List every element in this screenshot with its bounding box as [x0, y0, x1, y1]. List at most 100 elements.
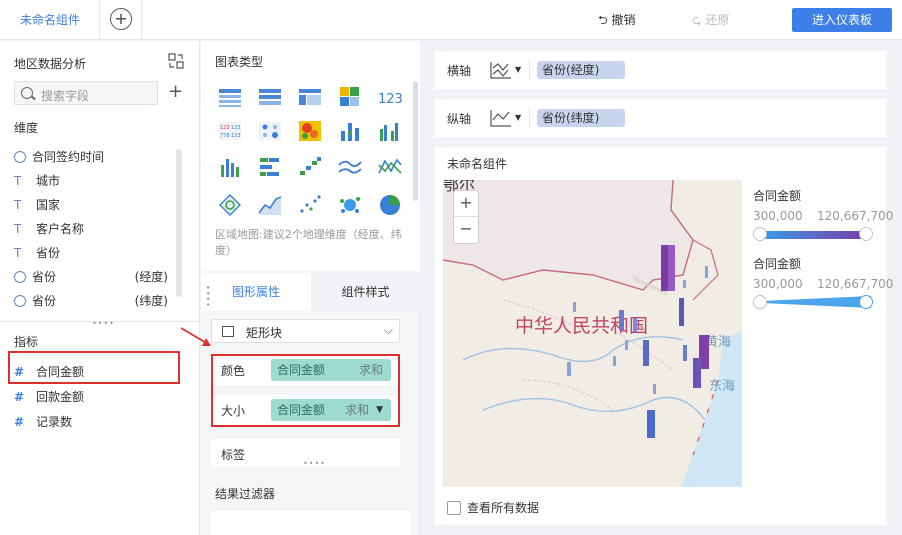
text-type-icon: T — [14, 222, 22, 236]
svg-text:123: 123 — [220, 125, 230, 131]
map-canvas: 鄂尔 中华人民共和国 黄海 东海 — [443, 180, 742, 487]
dimension-item[interactable]: T 国家 — [14, 193, 174, 217]
zoom-in-button[interactable]: + — [454, 191, 478, 217]
horizontal-bar-icon[interactable] — [257, 155, 283, 179]
dimension-item[interactable]: 合同签约时间 — [14, 145, 174, 169]
label-label: 标签 — [221, 448, 246, 462]
color-legend-min: 300,000 — [753, 209, 803, 223]
highlight-box — [8, 351, 180, 384]
component-title: 未命名组件 — [447, 157, 508, 171]
size-legend-min: 300,000 — [753, 277, 803, 291]
step-bar-icon[interactable] — [297, 155, 323, 179]
size-legend-max: 120,667,700 — [817, 277, 894, 291]
divider — [529, 59, 530, 81]
chart-type-tip: 区域地图:建议2个地理维度（经度、纬度） — [215, 228, 402, 257]
search-placeholder: 搜索字段 — [41, 89, 90, 103]
dimension-scrollbar[interactable] — [176, 149, 182, 297]
result-filter-label: 结果过滤器 — [215, 487, 276, 501]
color-legend-min-handle[interactable] — [753, 227, 767, 241]
size-legend-min-handle[interactable] — [753, 295, 767, 309]
dimension-item[interactable]: T 城市 — [14, 169, 174, 193]
add-tab-button[interactable]: + — [100, 0, 142, 40]
checkbox-box[interactable] — [447, 501, 461, 515]
measure-item[interactable]: # 回款金额 — [14, 385, 174, 409]
svg-text:123: 123 — [231, 125, 241, 131]
redo-icon: ⮎ — [692, 13, 702, 27]
x-axis-field-pill[interactable]: 省份(经度) — [537, 61, 625, 79]
undo-label: 撤销 — [611, 13, 636, 27]
color-legend-max: 120,667,700 — [817, 209, 894, 223]
switch-dataset-icon[interactable] — [168, 53, 184, 69]
number-type-icon: # — [14, 390, 25, 404]
dimension-item[interactable]: T 省份 — [14, 241, 174, 265]
tab-graph-attributes[interactable]: 图形属性 — [201, 273, 311, 311]
polyline-chart-icon[interactable] — [377, 155, 403, 179]
caret-down-icon[interactable]: ▼ — [515, 65, 521, 74]
dot-table-icon[interactable] — [257, 119, 283, 143]
text-table-icon[interactable]: 123 123778 123 — [217, 119, 243, 143]
region-map-icon[interactable] — [217, 193, 243, 217]
size-legend-max-handle[interactable] — [859, 295, 873, 309]
pie-chart-icon[interactable] — [377, 193, 403, 217]
tab-unnamed-component[interactable]: 未命名组件 — [0, 0, 100, 40]
tab-component-style[interactable]: 组件样式 — [311, 273, 420, 311]
plus-icon: + — [110, 8, 132, 30]
annotation-arrow — [180, 327, 211, 346]
stacked-bar-icon[interactable] — [337, 119, 363, 143]
result-filter-area[interactable] — [211, 511, 411, 535]
country-label: 中华人民共和国 — [515, 315, 648, 337]
property-tabs: 图形属性 组件样式 •••• — [201, 273, 420, 311]
undo-button[interactable]: ⮌ 撤销 — [598, 11, 635, 32]
sea-label-east: 东海 — [709, 379, 735, 394]
text-type-icon: T — [14, 246, 22, 260]
resize-handle[interactable]: •••• — [303, 459, 326, 468]
enter-dashboard-button[interactable]: 进入仪表板 — [792, 8, 892, 32]
color-table-icon[interactable] — [337, 85, 363, 109]
scatter-chart-icon[interactable] — [297, 193, 323, 217]
caret-down-icon[interactable]: ▼ — [515, 113, 521, 122]
color-legend-title: 合同金额 — [753, 189, 802, 203]
measure-item[interactable]: # 记录数 — [14, 410, 174, 434]
add-field-button[interactable]: + — [168, 81, 183, 102]
table-chart-icon[interactable] — [217, 85, 243, 109]
highlight-box — [211, 354, 400, 427]
globe-icon — [14, 271, 26, 283]
axis-type-icon[interactable] — [489, 108, 513, 128]
heatmap-icon[interactable] — [297, 119, 323, 143]
shape-select[interactable]: 矩形块 ⌵ — [211, 319, 400, 343]
field-panel: 地区数据分析 搜索字段 + 维度 合同签约时间 T 城市 T 国家 T 客户名称 T省… — [0, 41, 200, 535]
grouped-bar-icon[interactable] — [377, 119, 403, 143]
group-table-icon[interactable] — [257, 85, 283, 109]
bar-chart-icon[interactable] — [217, 155, 243, 179]
y-axis-label: 纵轴 — [447, 112, 472, 126]
kpi-number-icon[interactable]: 123 — [377, 85, 403, 109]
property-panel: 图表类型 123 123 123 778 123 区域地图:建议2个地理维度（经… — [201, 41, 420, 535]
cross-table-icon[interactable] — [297, 85, 323, 109]
redo-button[interactable]: ⮎ 还原 — [692, 11, 729, 32]
field-search-input[interactable]: 搜索字段 — [14, 81, 158, 105]
show-all-data-checkbox[interactable]: 查看所有数据 — [447, 499, 539, 516]
line-chart-icon[interactable] — [337, 155, 363, 179]
dimension-item[interactable]: T 客户名称 — [14, 217, 174, 241]
bubble-chart-icon[interactable] — [337, 193, 363, 217]
x-axis-label: 横轴 — [447, 64, 472, 78]
x-axis-row: 横轴 ▼ 省份(经度) — [435, 51, 886, 89]
chart-type-scrollbar[interactable] — [413, 81, 418, 201]
dimension-item[interactable]: 省份 (经度) — [14, 265, 174, 289]
axis-type-icon[interactable] — [489, 60, 513, 80]
dimension-item[interactable]: 省份 (纬度) — [14, 289, 174, 313]
color-gradient-bar — [761, 231, 871, 239]
color-legend-max-handle[interactable] — [859, 227, 873, 241]
map-zoom-control: + − — [453, 190, 479, 244]
drag-grip[interactable]: •••• — [203, 285, 212, 308]
number-type-icon: # — [14, 415, 25, 429]
visualization-card: 未命名组件 鄂尔 中华人民共和国 黄海 东海 + − 合同金额 300,000 … — [435, 147, 893, 525]
area-chart-icon[interactable] — [257, 193, 283, 217]
size-wedge-bar — [761, 296, 871, 308]
region-map[interactable]: 鄂尔 中华人民共和国 黄海 东海 + − — [443, 180, 742, 487]
search-icon — [21, 87, 33, 99]
clock-icon — [14, 151, 26, 163]
zoom-out-button[interactable]: − — [454, 217, 478, 243]
y-axis-field-pill[interactable]: 省份(纬度) — [537, 109, 625, 127]
resize-handle[interactable]: •••• — [92, 319, 115, 328]
